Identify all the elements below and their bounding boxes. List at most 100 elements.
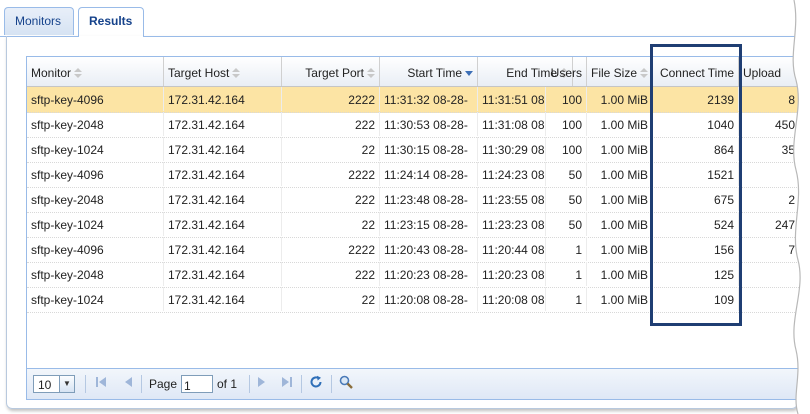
chevron-down-icon[interactable]: ▼ [59, 376, 74, 392]
cell-connect-time: 864 [653, 137, 739, 161]
cell-monitor: sftp-key-4096 [27, 87, 164, 111]
cell-file-size: 1.00 MiB [587, 262, 653, 286]
sort-icon [640, 68, 649, 78]
sort-descending-icon [465, 71, 473, 76]
toolbar-separator [331, 375, 332, 393]
table-row[interactable]: sftp-key-1024 172.31.42.164 22 11:20:08 08-… [27, 287, 810, 313]
cell-target-host: 172.31.42.164 [164, 87, 282, 111]
first-page-icon[interactable] [95, 376, 107, 388]
cell-target-port: 2222 [282, 162, 380, 186]
cell-target-host: 172.31.42.164 [164, 162, 282, 186]
cell-start-time: 11:24:14 08-28- [380, 162, 478, 186]
cell-start-time: 11:30:15 08-28- [380, 137, 478, 161]
tab-results[interactable]: Results [78, 7, 144, 37]
cell-file-size: 1.00 MiB [587, 212, 653, 236]
cell-file-size: 1.00 MiB [587, 162, 653, 186]
cell-end-time: 11:20:23 08-28- [478, 262, 546, 286]
cell-users: 100 [546, 137, 587, 161]
cell-users: 100 [546, 112, 587, 136]
results-grid: Monitor Target Host Target Port Start Ti… [26, 56, 810, 400]
cell-start-time: 11:23:48 08-28- [380, 187, 478, 211]
cell-connect-time: 1040 [653, 112, 739, 136]
next-page-icon[interactable] [257, 376, 267, 388]
paging-toolbar: 10 ▼ Page 1 of 1 [27, 368, 810, 399]
page-size-select[interactable]: 10 ▼ [33, 375, 75, 393]
cell-end-time: 11:30:29 08-28- [478, 137, 546, 161]
toolbar-separator [249, 375, 250, 393]
cell-end-time: 11:20:08 08-28- [478, 287, 546, 311]
cell-target-port: 2222 [282, 87, 380, 111]
cell-target-port: 222 [282, 112, 380, 136]
column-header-start-time[interactable]: Start Time [380, 57, 478, 86]
grid-header: Monitor Target Host Target Port Start Ti… [27, 57, 810, 87]
table-row[interactable]: sftp-key-2048 172.31.42.164 222 11:23:48 08… [27, 187, 810, 213]
last-page-icon[interactable] [281, 376, 293, 388]
cell-users: 50 [546, 212, 587, 236]
cell-monitor: sftp-key-2048 [27, 112, 164, 136]
cell-target-host: 172.31.42.164 [164, 287, 282, 311]
cell-connect-time: 524 [653, 212, 739, 236]
cell-monitor: sftp-key-4096 [27, 237, 164, 261]
torn-edge [792, 0, 810, 414]
column-header-file-size[interactable]: File Size [587, 57, 653, 86]
tab-monitors[interactable]: Monitors [4, 7, 74, 35]
previous-page-icon[interactable] [123, 376, 133, 388]
column-header-target-port[interactable]: Target Port [282, 57, 380, 86]
cell-start-time: 11:20:43 08-28- [380, 237, 478, 261]
table-row[interactable]: sftp-key-4096 172.31.42.164 2222 11:24:14 0… [27, 162, 810, 188]
table-row[interactable]: sftp-key-4096 172.31.42.164 2222 11:31:32 0… [27, 87, 810, 113]
table-row[interactable]: sftp-key-1024 172.31.42.164 22 11:23:15 08-… [27, 212, 810, 238]
search-icon[interactable] [339, 375, 353, 389]
column-header-target-host[interactable]: Target Host [164, 57, 282, 86]
cell-monitor: sftp-key-2048 [27, 187, 164, 211]
cell-monitor: sftp-key-1024 [27, 212, 164, 236]
cell-target-port: 22 [282, 212, 380, 236]
cell-target-host: 172.31.42.164 [164, 137, 282, 161]
toolbar-separator [85, 375, 86, 393]
cell-users: 1 [546, 237, 587, 261]
cell-monitor: sftp-key-1024 [27, 287, 164, 311]
table-row[interactable]: sftp-key-4096 172.31.42.164 2222 11:20:43 0… [27, 237, 810, 263]
tab-strip: Monitors Results [0, 0, 810, 37]
sort-icon [74, 68, 83, 78]
cell-file-size: 1.00 MiB [587, 87, 653, 111]
cell-users: 100 [546, 87, 587, 111]
refresh-icon[interactable] [309, 375, 323, 389]
cell-target-host: 172.31.42.164 [164, 187, 282, 211]
cell-monitor: sftp-key-4096 [27, 162, 164, 186]
cell-users: 50 [546, 187, 587, 211]
cell-file-size: 1.00 MiB [587, 137, 653, 161]
cell-monitor: sftp-key-2048 [27, 262, 164, 286]
cell-file-size: 1.00 MiB [587, 287, 653, 311]
cell-end-time: 11:24:23 08-28- [478, 162, 546, 186]
cell-monitor: sftp-key-1024 [27, 137, 164, 161]
column-header-monitor[interactable]: Monitor [27, 57, 164, 86]
toolbar-separator [301, 375, 302, 393]
sort-icon [367, 68, 375, 78]
column-header-connect-time[interactable]: Connect Time [653, 57, 739, 86]
cell-target-host: 172.31.42.164 [164, 212, 282, 236]
page-label: Page [149, 377, 178, 391]
cell-start-time: 11:30:53 08-28- [380, 112, 478, 136]
page-count-label: of 1 [217, 377, 238, 391]
table-row[interactable]: sftp-key-2048 172.31.42.164 222 11:30:53 08… [27, 112, 810, 138]
table-row[interactable]: sftp-key-2048 172.31.42.164 222 11:20:23 08… [27, 262, 810, 288]
table-row[interactable]: sftp-key-1024 172.31.42.164 22 11:30:15 08-… [27, 137, 810, 163]
cell-target-port: 22 [282, 137, 380, 161]
column-header-users[interactable]: Users [546, 57, 587, 86]
sort-icon [232, 68, 241, 78]
results-window: Monitors Results Monitor Target Host Tar… [0, 0, 810, 414]
cell-start-time: 11:23:15 08-28- [380, 212, 478, 236]
cell-connect-time: 109 [653, 287, 739, 311]
cell-target-port: 222 [282, 187, 380, 211]
cell-target-port: 22 [282, 287, 380, 311]
cell-users: 1 [546, 262, 587, 286]
cell-file-size: 1.00 MiB [587, 237, 653, 261]
cell-target-host: 172.31.42.164 [164, 112, 282, 136]
cell-end-time: 11:31:08 08-28- [478, 112, 546, 136]
cell-target-port: 222 [282, 262, 380, 286]
toolbar-separator [141, 375, 142, 393]
cell-start-time: 11:20:23 08-28- [380, 262, 478, 286]
page-number-input[interactable]: 1 [181, 375, 213, 393]
cell-target-host: 172.31.42.164 [164, 262, 282, 286]
